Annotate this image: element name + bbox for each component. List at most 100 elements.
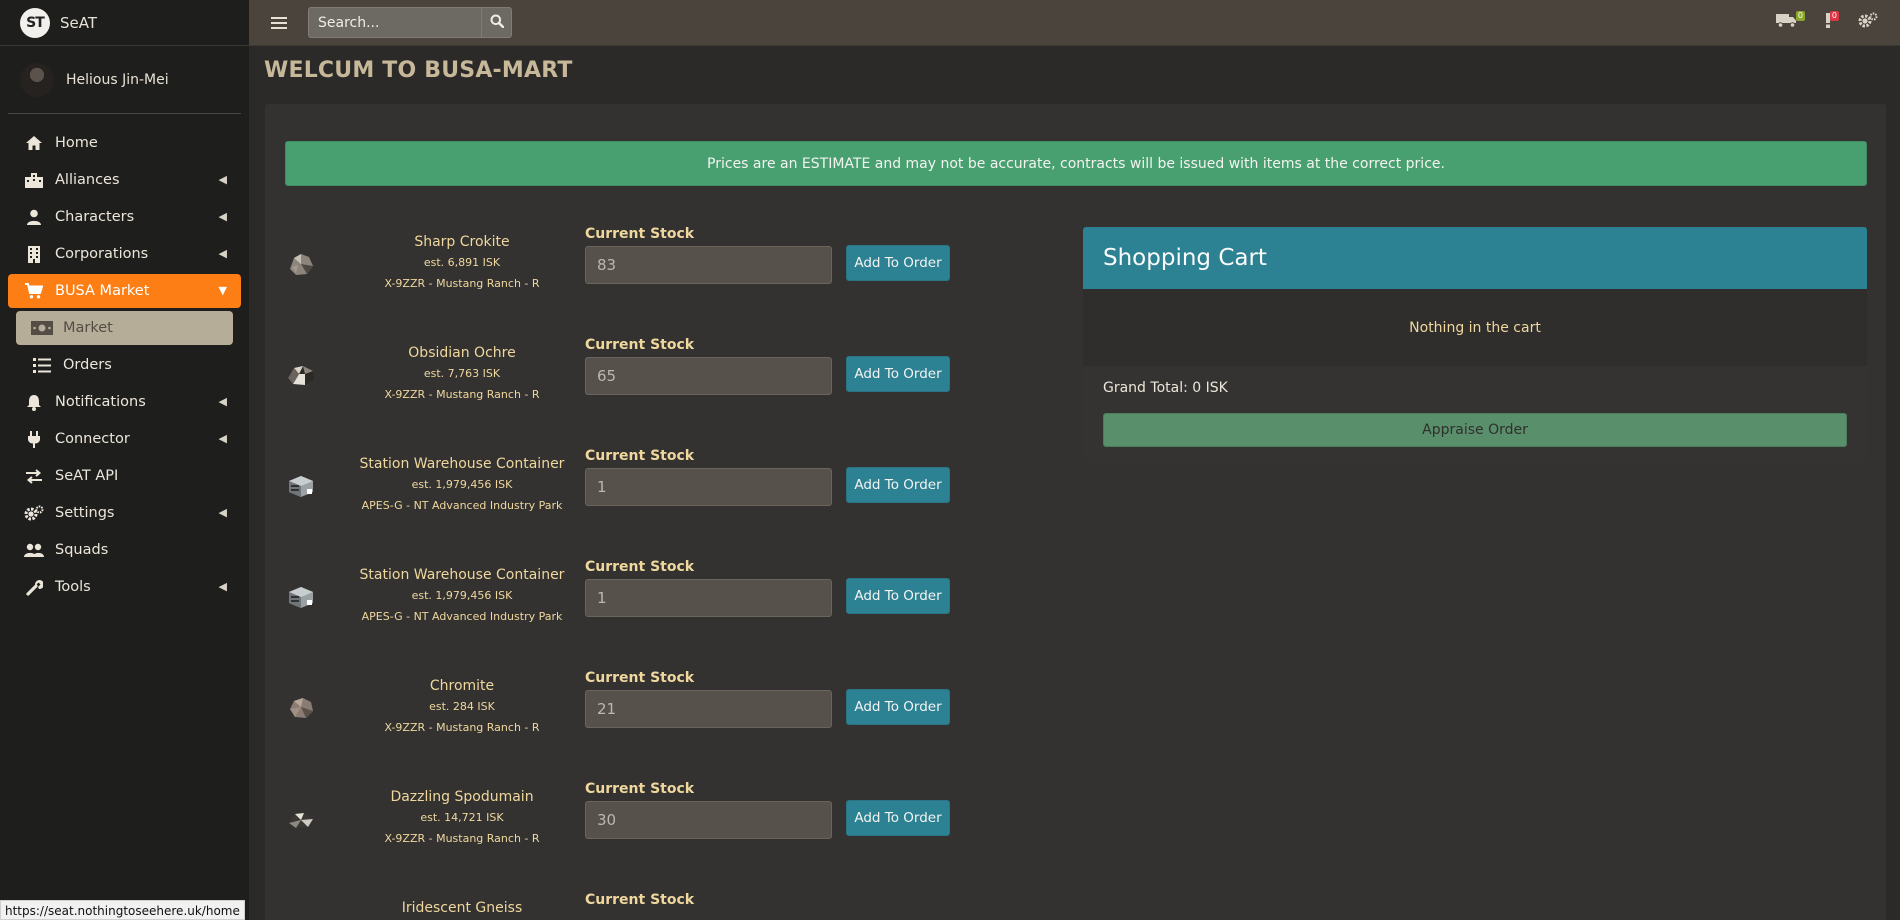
sidebar-item-squads[interactable]: Squads bbox=[8, 533, 241, 567]
container-icon bbox=[285, 581, 317, 613]
product-row: Station Warehouse Container est. 1,979,4… bbox=[285, 559, 965, 669]
ore-icon bbox=[285, 692, 317, 724]
stock-label: Current Stock bbox=[585, 781, 695, 797]
sidebar-item-connector[interactable]: Connector ◀ bbox=[8, 422, 241, 456]
sidebar-item-busa-market[interactable]: BUSA Market ▼ bbox=[8, 274, 241, 308]
product-location: APES-G - NT Advanced Industry Park bbox=[361, 610, 563, 623]
product-location: APES-G - NT Advanced Industry Park bbox=[361, 499, 563, 512]
stock-input[interactable] bbox=[585, 246, 832, 284]
sidebar-item-orders[interactable]: Orders bbox=[16, 348, 241, 382]
exchange-icon bbox=[23, 468, 45, 484]
product-info: Sharp Crokite est. 6,891 ISK X-9ZZR - Mu… bbox=[333, 232, 591, 294]
stock-label: Current Stock bbox=[585, 337, 695, 353]
product-info: Iridescent Gneiss bbox=[333, 898, 591, 918]
add-to-order-button[interactable]: Add To Order bbox=[846, 800, 950, 836]
exclamation-icon[interactable]: 0 bbox=[1824, 10, 1839, 33]
sidebar-item-label: Squads bbox=[55, 542, 109, 558]
ore-icon bbox=[285, 359, 317, 391]
stock-input[interactable] bbox=[585, 357, 832, 395]
brand-name: SeAT bbox=[60, 13, 98, 32]
user-name: Helious Jin-Mei bbox=[66, 71, 169, 88]
product-price: est. 1,979,456 ISK bbox=[411, 589, 513, 602]
product-row: Dazzling Spodumain est. 14,721 ISK X-9ZZ… bbox=[285, 781, 965, 891]
search-icon bbox=[490, 13, 504, 32]
chevron-left-icon: ◀ bbox=[218, 173, 227, 186]
sidebar-item-label: SeAT API bbox=[55, 468, 119, 484]
truck-icon[interactable]: 0 bbox=[1776, 10, 1805, 33]
sidebar-item-settings[interactable]: Settings ◀ bbox=[8, 496, 241, 530]
user-icon bbox=[23, 209, 45, 225]
avatar bbox=[20, 62, 54, 97]
status-bar-url: https://seat.nothingtoseehere.uk/home bbox=[0, 900, 245, 920]
add-to-order-button[interactable]: Add To Order bbox=[846, 356, 950, 392]
stock-input[interactable] bbox=[585, 579, 832, 617]
sidebar-item-seat-api[interactable]: SeAT API bbox=[8, 459, 241, 493]
stock-input[interactable] bbox=[585, 801, 832, 839]
chevron-left-icon: ◀ bbox=[218, 247, 227, 260]
sidebar-nav: Home Alliances ◀ Characters ◀ Corporatio… bbox=[0, 126, 249, 604]
sidebar-item-alliances[interactable]: Alliances ◀ bbox=[8, 163, 241, 197]
sidebar-item-corporations[interactable]: Corporations ◀ bbox=[8, 237, 241, 271]
price-estimate-alert: Prices are an ESTIMATE and may not be ac… bbox=[285, 141, 1867, 186]
list-icon bbox=[31, 357, 53, 373]
sidebar-item-label: Orders bbox=[63, 357, 112, 373]
add-to-order-button[interactable]: Add To Order bbox=[846, 578, 950, 614]
product-info: Dazzling Spodumain est. 14,721 ISK X-9ZZ… bbox=[333, 787, 591, 849]
stock-label: Current Stock bbox=[585, 226, 695, 242]
topbar-actions: 0 0 bbox=[1776, 10, 1878, 34]
menu-toggle-icon[interactable] bbox=[271, 16, 287, 29]
product-name: Chromite bbox=[429, 678, 495, 694]
chevron-left-icon: ◀ bbox=[218, 580, 227, 593]
product-price: est. 14,721 ISK bbox=[420, 811, 504, 824]
cogs-icon[interactable] bbox=[1858, 12, 1878, 34]
search-input[interactable] bbox=[308, 7, 481, 38]
sidebar-item-label: Corporations bbox=[55, 246, 149, 262]
appraise-order-button[interactable]: Appraise Order bbox=[1103, 413, 1847, 447]
sidebar-item-characters[interactable]: Characters ◀ bbox=[8, 200, 241, 234]
product-location: X-9ZZR - Mustang Ranch - R bbox=[384, 832, 540, 845]
product-price: est. 7,763 ISK bbox=[423, 367, 501, 380]
bell-icon bbox=[23, 394, 45, 411]
product-price: est. 284 ISK bbox=[429, 700, 495, 713]
users-icon bbox=[23, 543, 45, 558]
sidebar-item-home[interactable]: Home bbox=[8, 126, 241, 160]
product-location: X-9ZZR - Mustang Ranch - R bbox=[384, 277, 540, 290]
sidebar-item-label: Characters bbox=[55, 209, 135, 225]
topbar: 0 0 bbox=[249, 0, 1900, 46]
stock-label: Current Stock bbox=[585, 448, 695, 464]
shopping-cart: Shopping Cart Nothing in the cart Grand … bbox=[1083, 227, 1867, 462]
search-form bbox=[308, 7, 512, 38]
stock-input[interactable] bbox=[585, 468, 832, 506]
cogs-icon bbox=[23, 505, 45, 522]
cart-title: Shopping Cart bbox=[1083, 227, 1867, 289]
search-button[interactable] bbox=[481, 7, 512, 38]
grand-total: Grand Total: 0 ISK bbox=[1103, 380, 1228, 396]
sidebar-item-label: Connector bbox=[55, 431, 130, 447]
sidebar: ST SeAT Helious Jin-Mei Home Alliances ◀… bbox=[0, 0, 249, 920]
product-name: Dazzling Spodumain bbox=[390, 789, 534, 805]
product-name: Station Warehouse Container bbox=[359, 456, 565, 472]
product-info: Obsidian Ochre est. 7,763 ISK X-9ZZR - M… bbox=[333, 343, 591, 405]
add-to-order-button[interactable]: Add To Order bbox=[846, 467, 950, 503]
sidebar-item-label: Market bbox=[63, 320, 113, 336]
container-icon bbox=[285, 470, 317, 502]
add-to-order-button[interactable]: Add To Order bbox=[846, 245, 950, 281]
product-row: Obsidian Ochre est. 7,763 ISK X-9ZZR - M… bbox=[285, 337, 965, 447]
sidebar-item-notifications[interactable]: Notifications ◀ bbox=[8, 385, 241, 419]
sidebar-item-market[interactable]: Market bbox=[16, 311, 233, 345]
stock-label: Current Stock bbox=[585, 559, 695, 575]
sidebar-item-tools[interactable]: Tools ◀ bbox=[8, 570, 241, 604]
product-name: Station Warehouse Container bbox=[359, 567, 565, 583]
truck-badge: 0 bbox=[1795, 10, 1805, 21]
money-bill-icon bbox=[31, 321, 53, 335]
product-location: X-9ZZR - Mustang Ranch - R bbox=[384, 721, 540, 734]
product-row: Chromite est. 284 ISK X-9ZZR - Mustang R… bbox=[285, 670, 965, 780]
add-to-order-button[interactable]: Add To Order bbox=[846, 689, 950, 725]
ore-icon bbox=[285, 248, 317, 280]
stock-input[interactable] bbox=[585, 690, 832, 728]
user-panel[interactable]: Helious Jin-Mei bbox=[8, 46, 241, 114]
brand[interactable]: ST SeAT bbox=[0, 0, 249, 46]
product-name: Iridescent Gneiss bbox=[401, 900, 523, 916]
sidebar-item-label: Alliances bbox=[55, 172, 120, 188]
product-name: Obsidian Ochre bbox=[408, 345, 516, 361]
